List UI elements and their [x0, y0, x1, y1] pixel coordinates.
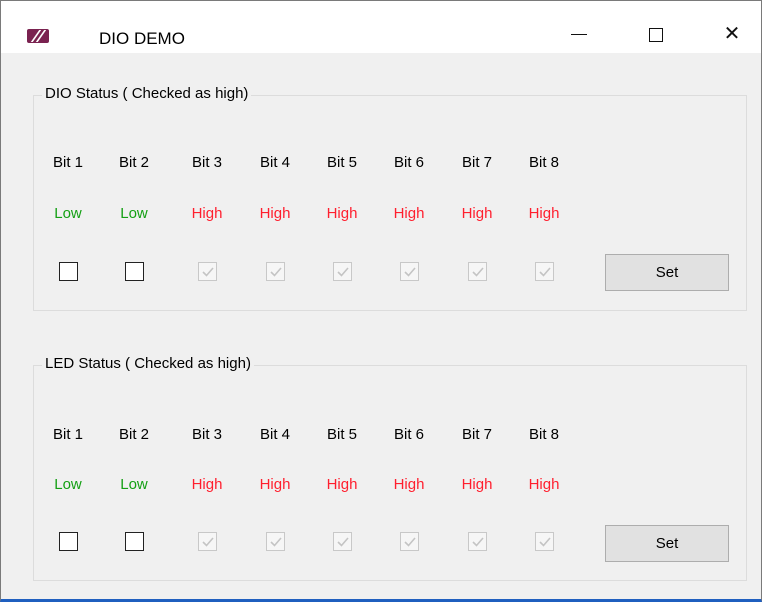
dio-bit-label: Bit 8 [528, 154, 559, 171]
led-bit-label: Bit 8 [528, 426, 559, 443]
checkmark-icon [472, 267, 484, 277]
led-bit-state: High [528, 476, 560, 493]
dio-bit-label: Bit 4 [259, 154, 290, 171]
dio-bit-label: Bit 6 [393, 154, 424, 171]
dio-bit-checkbox [468, 262, 487, 281]
dio-bit-state: High [461, 205, 493, 222]
minimize-icon [571, 34, 587, 36]
dio-bit-state: High [191, 205, 223, 222]
dio-bit-state: High [528, 205, 560, 222]
led-bit-checkbox [333, 532, 352, 551]
dio-bit-checkbox[interactable] [59, 262, 78, 281]
checkmark-icon [404, 537, 416, 547]
dio-bit-label: Bit 2 [118, 154, 149, 171]
led-bit-state: High [326, 476, 358, 493]
app-logo-icon [27, 29, 49, 43]
checkmark-icon [270, 537, 282, 547]
led-bit-checkbox [535, 532, 554, 551]
close-button[interactable]: ✕ [709, 15, 755, 53]
led-bit-state: Low [54, 476, 82, 493]
checkmark-icon [337, 267, 349, 277]
checkmark-icon [404, 267, 416, 277]
led-bit-state: High [461, 476, 493, 493]
led-bit-checkbox[interactable] [59, 532, 78, 551]
close-icon: ✕ [723, 23, 741, 45]
led-bit-checkbox [266, 532, 285, 551]
led-bit-checkbox [468, 532, 487, 551]
dio-bit-label: Bit 1 [52, 154, 83, 171]
dio-bit-checkbox [400, 262, 419, 281]
led-status-group-title: LED Status ( Checked as high) [42, 355, 254, 372]
dio-bit-label: Bit 7 [461, 154, 492, 171]
maximize-icon [649, 27, 663, 42]
checkmark-icon [270, 267, 282, 277]
led-bit-checkbox [400, 532, 419, 551]
dio-bit-checkbox [535, 262, 554, 281]
led-bit-checkbox [198, 532, 217, 551]
maximize-button[interactable] [633, 15, 679, 53]
minimize-button[interactable] [556, 15, 602, 53]
dio-bit-state: High [393, 205, 425, 222]
checkmark-icon [472, 537, 484, 547]
dio-bit-state: Low [120, 205, 148, 222]
dio-bit-label: Bit 5 [326, 154, 357, 171]
led-bit-label: Bit 4 [259, 426, 290, 443]
dio-bit-checkbox [333, 262, 352, 281]
led-bit-label: Bit 6 [393, 426, 424, 443]
led-bit-checkbox[interactable] [125, 532, 144, 551]
dio-bit-checkbox [266, 262, 285, 281]
led-bit-label: Bit 1 [52, 426, 83, 443]
led-bit-label: Bit 7 [461, 426, 492, 443]
led-bit-state: High [191, 476, 223, 493]
led-bit-state: Low [120, 476, 148, 493]
led-bit-label: Bit 2 [118, 426, 149, 443]
dio-bit-state: High [326, 205, 358, 222]
dio-status-group-title: DIO Status ( Checked as high) [42, 85, 252, 102]
title-bar[interactable]: DIO DEMO ✕ [1, 1, 761, 53]
dio-set-button[interactable]: Set [605, 254, 729, 291]
led-set-button[interactable]: Set [605, 525, 729, 562]
checkmark-icon [539, 537, 551, 547]
dio-bit-label: Bit 3 [191, 154, 222, 171]
led-bit-label: Bit 3 [191, 426, 222, 443]
led-bit-state: High [393, 476, 425, 493]
checkmark-icon [337, 537, 349, 547]
checkmark-icon [202, 537, 214, 547]
app-window: DIO DEMO ✕ DIO Status ( Checked as high)… [0, 0, 762, 602]
window-title: DIO DEMO [99, 29, 185, 48]
checkmark-icon [539, 267, 551, 277]
checkmark-icon [202, 267, 214, 277]
dio-bit-checkbox [198, 262, 217, 281]
led-bit-state: High [259, 476, 291, 493]
dio-bit-checkbox[interactable] [125, 262, 144, 281]
led-bit-label: Bit 5 [326, 426, 357, 443]
dio-bit-state: Low [54, 205, 82, 222]
dio-bit-state: High [259, 205, 291, 222]
